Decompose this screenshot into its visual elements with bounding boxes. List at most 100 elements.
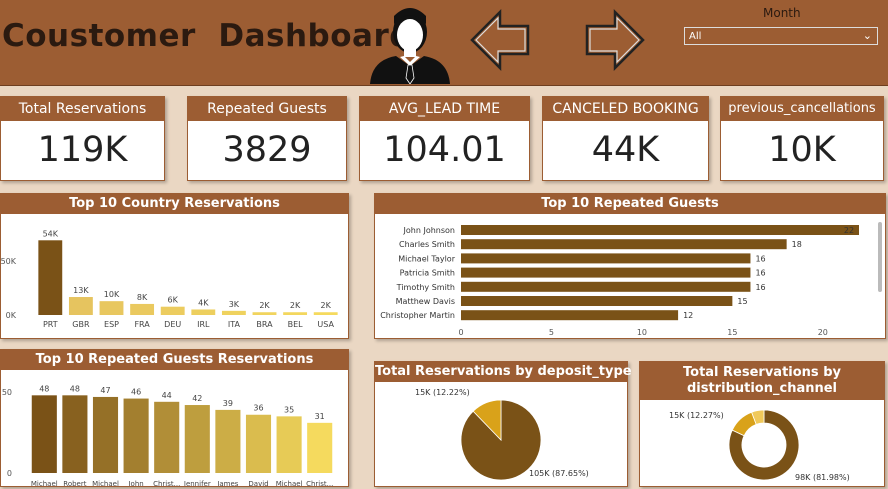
bar bbox=[99, 301, 124, 315]
data-label: 2K bbox=[321, 301, 332, 310]
x-tick-label: BEL bbox=[288, 320, 304, 329]
x-tick-label: IRL bbox=[197, 320, 210, 329]
country-bar-chart: 50K 0K 54K PRT 13K GBR 10K ESP 8K FRA 6K DEU 4K IRL 3K… bbox=[1, 229, 338, 329]
x-tick-label: 10 bbox=[637, 328, 647, 337]
y-tick-label: Christopher Martin bbox=[380, 311, 455, 320]
data-label: 48 bbox=[39, 384, 49, 393]
x-tick-label: Jennifer bbox=[183, 480, 211, 486]
data-label: 15 bbox=[737, 297, 747, 306]
y-tick-label: Michael Taylor bbox=[398, 254, 456, 263]
y-tick-label: Matthew Davis bbox=[396, 297, 455, 306]
panel-guest-reservations: Top 10 Repeated Guests Reservations 50 0 4… bbox=[0, 349, 349, 488]
kpi-value: 3829 bbox=[222, 130, 312, 170]
panel-repeated-guests: Top 10 Repeated Guests John Johnson 22 Cha… bbox=[374, 193, 886, 339]
data-label: 2K bbox=[259, 301, 270, 310]
y-tick-label: 0K bbox=[6, 311, 17, 320]
panel-title: Top 10 Repeated Guests Reservations bbox=[1, 350, 348, 370]
data-label: 15K (12.22%) bbox=[415, 388, 470, 397]
kpi-label: previous_cancellations bbox=[721, 97, 883, 121]
x-tick-label: Michael bbox=[31, 480, 58, 486]
panel-title: Top 10 Repeated Guests bbox=[375, 194, 885, 214]
data-label: 35 bbox=[284, 405, 294, 414]
x-tick-label: ITA bbox=[228, 320, 241, 329]
data-label: 3K bbox=[229, 300, 240, 309]
data-label: 22 bbox=[844, 226, 854, 235]
bar bbox=[252, 312, 277, 315]
bar bbox=[313, 312, 338, 315]
data-label: 36 bbox=[253, 404, 263, 413]
bar bbox=[461, 239, 787, 250]
x-tick-label: DEU bbox=[164, 320, 181, 329]
y-tick-label: Patricia Smith bbox=[400, 269, 455, 278]
deposit-pie-chart: 105K (87.65%) 15K (12.22%) bbox=[415, 388, 589, 481]
x-tick-label: James bbox=[216, 480, 238, 486]
data-label: 16 bbox=[755, 283, 765, 292]
data-label: 15K (12.27%) bbox=[669, 411, 724, 420]
kpi-value: 104.01 bbox=[383, 130, 506, 170]
x-tick-label: Christ... bbox=[153, 480, 180, 486]
kpi-label: AVG_LEAD TIME bbox=[360, 97, 529, 121]
data-label: 98K (81.98%) bbox=[795, 473, 850, 482]
month-filter-label: Month bbox=[763, 6, 801, 20]
data-label: 13K bbox=[73, 286, 89, 295]
bar bbox=[123, 398, 149, 473]
y-tick-label: John Johnson bbox=[403, 226, 455, 235]
kpi-value: 119K bbox=[37, 130, 128, 170]
bar bbox=[191, 309, 216, 315]
x-tick-label: BRA bbox=[256, 320, 273, 329]
kpi-label: Repeated Guests bbox=[188, 97, 346, 121]
header-bar: Coustomer Dashboard Month All ⌄ bbox=[0, 0, 888, 86]
x-tick-label: David bbox=[248, 480, 268, 486]
data-label: 16 bbox=[755, 269, 765, 278]
bar bbox=[221, 310, 246, 315]
arrow-left-icon[interactable] bbox=[470, 8, 532, 72]
guest-reservations-bar-chart: 50048MichaelJohnson48RobertSmith47Michae… bbox=[2, 384, 333, 488]
bar bbox=[461, 253, 751, 264]
bar bbox=[38, 240, 63, 315]
panel-country-reservations: Top 10 Country Reservations 50K 0K 54K PRT 1… bbox=[0, 193, 349, 339]
bar bbox=[130, 303, 155, 315]
data-label: 46 bbox=[131, 388, 141, 397]
repeated-guests-bar-chart: John Johnson 22 Charles Smith 18 Michael Tay… bbox=[380, 225, 859, 337]
bar bbox=[461, 225, 859, 235]
bar bbox=[184, 405, 210, 473]
x-tick-label: Robert bbox=[63, 480, 86, 486]
bar bbox=[215, 409, 241, 473]
x-tick-label: 20 bbox=[818, 328, 828, 337]
kpi-card-total-reservations: Total Reservations 119K bbox=[0, 96, 165, 181]
bar bbox=[31, 395, 57, 473]
bar bbox=[307, 422, 333, 473]
kpi-value: 44K bbox=[591, 130, 660, 170]
arrow-right-icon[interactable] bbox=[583, 8, 645, 72]
bar bbox=[154, 401, 180, 473]
x-tick-label: GBR bbox=[72, 320, 90, 329]
x-tick-label: ESP bbox=[104, 320, 119, 329]
panel-distribution-channel: Total Reservations by distribution_chann… bbox=[639, 361, 885, 487]
data-label: 12 bbox=[683, 311, 693, 320]
data-label: 42 bbox=[192, 394, 202, 403]
month-dropdown-value: All bbox=[689, 31, 702, 42]
channel-donut-chart: 98K (81.98%) 15K (12.27%) bbox=[669, 409, 850, 482]
data-label: 8K bbox=[137, 293, 148, 302]
data-label: 48 bbox=[70, 384, 80, 393]
data-label: 10K bbox=[104, 290, 120, 299]
y-tick-label: Charles Smith bbox=[399, 240, 455, 249]
data-label: 31 bbox=[315, 412, 325, 421]
month-dropdown[interactable]: All ⌄ bbox=[684, 27, 878, 45]
x-tick-label: 0 bbox=[458, 328, 463, 337]
data-label: 105K (87.65%) bbox=[529, 469, 589, 478]
x-tick-label: USA bbox=[317, 320, 334, 329]
x-tick-label: 5 bbox=[549, 328, 554, 337]
data-label: 16 bbox=[755, 254, 765, 263]
data-label: 18 bbox=[792, 240, 802, 249]
data-label: 2K bbox=[290, 301, 301, 310]
y-tick-label: 0 bbox=[7, 469, 12, 478]
bar bbox=[461, 281, 751, 292]
panel-title: Total Reservations by deposit_type bbox=[375, 362, 632, 382]
data-label: 44 bbox=[162, 391, 172, 400]
scrollbar[interactable] bbox=[878, 222, 882, 292]
data-label: 4K bbox=[198, 298, 209, 307]
x-tick-label: PRT bbox=[43, 320, 58, 329]
data-label: 54K bbox=[43, 229, 59, 238]
bar bbox=[245, 414, 272, 473]
